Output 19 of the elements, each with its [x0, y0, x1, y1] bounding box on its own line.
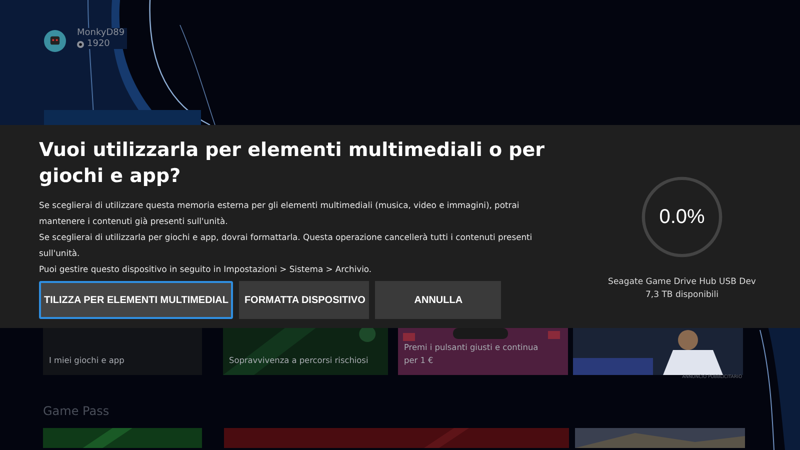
- section-title: Game Pass: [43, 403, 110, 419]
- gamertag: MonkyD89: [77, 28, 125, 38]
- gamerscore: 1920: [87, 39, 110, 49]
- dialog-button[interactable]: FORMATTA DISPOSITIVO: [239, 281, 370, 319]
- tile-caption: Sopravvivenza a percorsi rischiosi: [229, 354, 368, 367]
- dialog-button[interactable]: TILIZZA PER ELEMENTI MULTIMEDIAL: [39, 281, 234, 319]
- free-space: 7,3 TB disponibili: [646, 289, 718, 302]
- dialog-button[interactable]: ANNULLA: [375, 281, 502, 319]
- usage-percent: 0.0%: [659, 206, 705, 228]
- device-name: Seagate Game Drive Hub USB Dev: [608, 276, 756, 289]
- tile-caption: I miei giochi e app: [49, 354, 124, 367]
- avatar-icon[interactable]: [44, 30, 66, 52]
- dialog-text: Puoi gestire questo dispositivo in seguito in Impostazioni > Sistema > Archivio.: [39, 263, 373, 276]
- gamerscore-icon: [77, 40, 84, 48]
- dialog-text: Se sceglierai di utilizzare questa memoria esterna per gli elementi multimediali (musica, video e immagini), potrai mantenere i contenuti già presenti sull'unità.: [39, 199, 520, 228]
- tile[interactable]: I miei giochi e app: [43, 328, 202, 375]
- tile-caption: Premi i pulsanti giusti e continua per 1 €: [404, 341, 540, 367]
- dialog-title: Vuoi utilizzarla per elementi multimediali o per giochi e app?: [39, 138, 546, 189]
- dialog-text: Se sceglierai di utilizzarla per giochi e app, dovrai formattarla. Questa operazione cancellerà tutti i contenuti presenti sull'unità.: [39, 231, 534, 260]
